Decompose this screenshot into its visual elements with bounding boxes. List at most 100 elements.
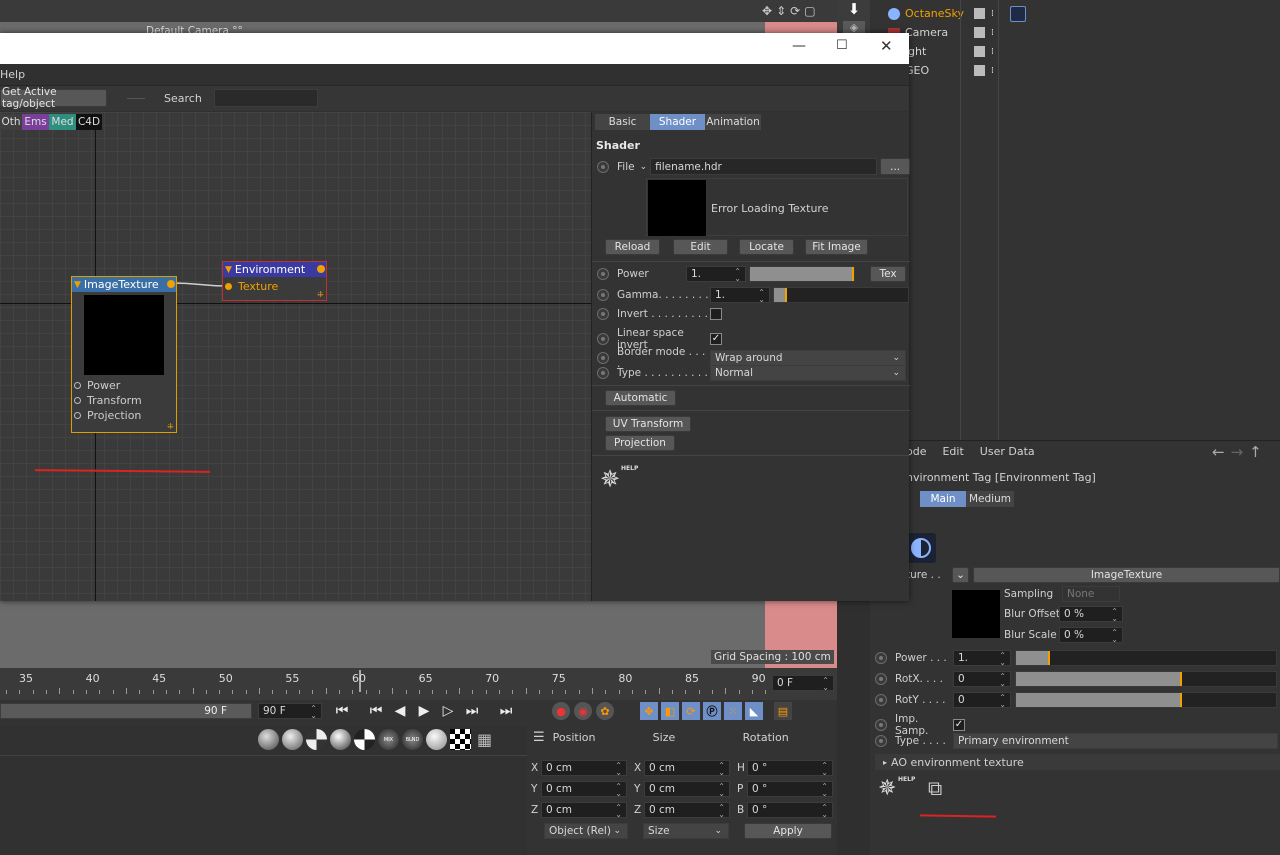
editor-menu-help[interactable]: Help [0,68,25,81]
animate-radio[interactable] [875,719,887,731]
scheme-icon[interactable]: ◣ [745,702,763,720]
tab-main[interactable]: Main [920,491,966,507]
material-blend-icon[interactable]: BLND [402,729,423,750]
film-icon[interactable]: ▤ [774,702,792,720]
pan-view-icon[interactable]: ⇕ [776,4,786,18]
goto-start-icon[interactable]: ⏮ [333,702,351,720]
tab-medium[interactable]: Medium [966,491,1014,507]
next-frame-icon[interactable]: ▷ [439,702,457,720]
power-slider[interactable] [749,266,855,282]
imp-samp-checkbox[interactable]: ✓ [953,719,965,731]
file-path-input[interactable]: filename.hdr [650,158,878,175]
key-position-icon[interactable]: ✥ [640,702,658,720]
texture-dropdown-button[interactable]: ⌄ [952,567,969,583]
visibility-toggle-icon[interactable] [974,27,985,38]
env-type-select[interactable]: Primary environment [953,733,1278,749]
grid-texture-icon[interactable]: ▦ [474,729,495,750]
sampling-select[interactable]: None [1062,586,1120,602]
node-graph-canvas[interactable]: Oth Ems Med C4D ▼ ImageTexture Power Tra… [0,112,591,601]
image-texture-node[interactable]: ▼ ImageTexture Power Transform Projectio… [71,276,177,433]
type-select[interactable]: Normal ⌄ [710,365,906,381]
dots-icon[interactable]: ⁞ [991,66,994,76]
current-frame-field[interactable]: 0 F ⌃ ⌄ [772,675,834,692]
play-icon[interactable]: ▶ [415,702,433,720]
collapse-arrow-icon[interactable]: ▼ [225,265,232,275]
end-frame-field[interactable]: 90 F ⌃ ⌄ [258,703,322,720]
octane-help-icon[interactable]: ✵ HELP [878,776,915,808]
timeline[interactable]: 35 40 45 50 55 60 65 70 75 80 85 90 0 F ⌃ ⌄ [0,668,837,700]
object-row-camera[interactable]: Camera ⁞ [870,23,1280,42]
projection-button[interactable]: Projection [605,435,675,451]
texture-shader-button[interactable]: ImageTexture [973,567,1280,583]
octane-help-icon[interactable]: ✵ HELP [600,465,638,499]
coord-size-select[interactable]: Size ⌄ [643,823,729,839]
preview-range-bar[interactable]: 90 F [0,703,252,719]
rotate-view-icon[interactable]: ⟳ [790,4,800,18]
material-mix-icon[interactable]: MIX [378,729,399,750]
search-input[interactable] [214,89,318,107]
rotation-input[interactable]: 0 ° ⌃ ⌄ [747,780,833,797]
tab-basic[interactable]: Basic [595,114,650,130]
animate-radio[interactable] [597,289,609,301]
dots-icon[interactable]: ⁞ [991,9,994,19]
dots-icon[interactable]: ⁞ [991,47,994,57]
up-arrow-icon[interactable]: ↑ [1249,443,1262,461]
fit-image-button[interactable]: Fit Image [805,239,868,255]
power-input[interactable]: 1. ⌃ ⌄ [686,266,746,283]
env-power-slider[interactable] [1015,650,1277,666]
env-roty-slider[interactable] [1015,692,1277,708]
key-scale-icon[interactable]: ◧ [661,702,679,720]
menu-edit[interactable]: Edit [942,445,963,458]
port-transform[interactable]: Transform [72,393,166,408]
material-glossy-icon[interactable] [330,729,351,750]
reload-button[interactable]: Reload [605,239,660,255]
octane-tag-icon[interactable] [1009,5,1026,22]
output-port[interactable] [167,280,175,288]
gamma-slider[interactable] [773,287,909,303]
checker-texture-icon[interactable] [450,729,471,750]
maximize-view-icon[interactable]: ▢ [804,4,815,18]
node-editor-icon[interactable]: ⧉ [928,776,960,808]
border-mode-select[interactable]: Wrap around ⌄ [710,350,906,366]
close-icon[interactable]: ✕ [880,37,893,55]
position-input[interactable]: 0 cm ⌃ ⌄ [541,801,627,818]
key-parameter-icon[interactable]: Ⓟ [703,702,721,720]
environment-node-header[interactable]: ▼ Environment [223,262,326,277]
automatic-button[interactable]: Automatic [605,390,676,406]
edit-button[interactable]: Edit [673,239,728,255]
image-texture-node-header[interactable]: ▼ ImageTexture [72,277,176,292]
animate-radio[interactable] [875,735,887,747]
file-dropdown-icon[interactable]: ⌄ [640,162,648,172]
animate-radio[interactable] [875,694,887,706]
autokey-icon[interactable]: ◉ [574,702,592,720]
goto-end-icon[interactable]: ⏭ [497,702,515,720]
material-diffuse-icon[interactable] [426,729,447,750]
visibility-toggle-icon[interactable] [974,46,985,57]
tab-animation[interactable]: Animation [705,114,761,130]
environment-texture-port[interactable]: Texture [223,277,326,295]
position-input[interactable]: 0 cm ⌃ ⌄ [541,780,627,797]
material-toon-icon[interactable] [354,729,375,750]
back-arrow-icon[interactable]: ← [1212,443,1225,461]
port-power[interactable]: Power [72,378,166,393]
apply-button[interactable]: Apply [744,823,832,839]
collapse-arrow-icon[interactable]: ▼ [74,280,81,290]
gamma-input[interactable]: 1. ⌃ ⌄ [710,287,770,304]
get-active-button[interactable]: Get Active tag/object [0,86,107,110]
material-metal-icon[interactable] [282,729,303,750]
object-row-octanesky[interactable]: OctaneSky ⁞ [870,4,1280,23]
size-input[interactable]: 0 cm ⌃ ⌄ [644,780,730,797]
coord-menu-icon[interactable]: ☰ [533,730,545,745]
invert-checkbox[interactable] [710,308,722,320]
menu-mode[interactable]: ode [906,445,926,458]
prev-key-icon[interactable]: ⏮ [367,702,385,720]
resize-handle-icon[interactable]: ⁜ [317,290,324,299]
environment-output-port[interactable] [317,265,325,273]
tab-shader[interactable]: Shader [650,114,705,130]
material-checker-sphere-icon[interactable] [306,729,327,750]
tex-button[interactable]: Tex [870,266,906,282]
move-view-icon[interactable]: ✥ [762,4,772,18]
rotation-input[interactable]: 0 ° ⌃ ⌄ [747,801,833,818]
browse-button[interactable]: ... [880,158,911,175]
maximize-icon[interactable]: ☐ [836,38,848,53]
